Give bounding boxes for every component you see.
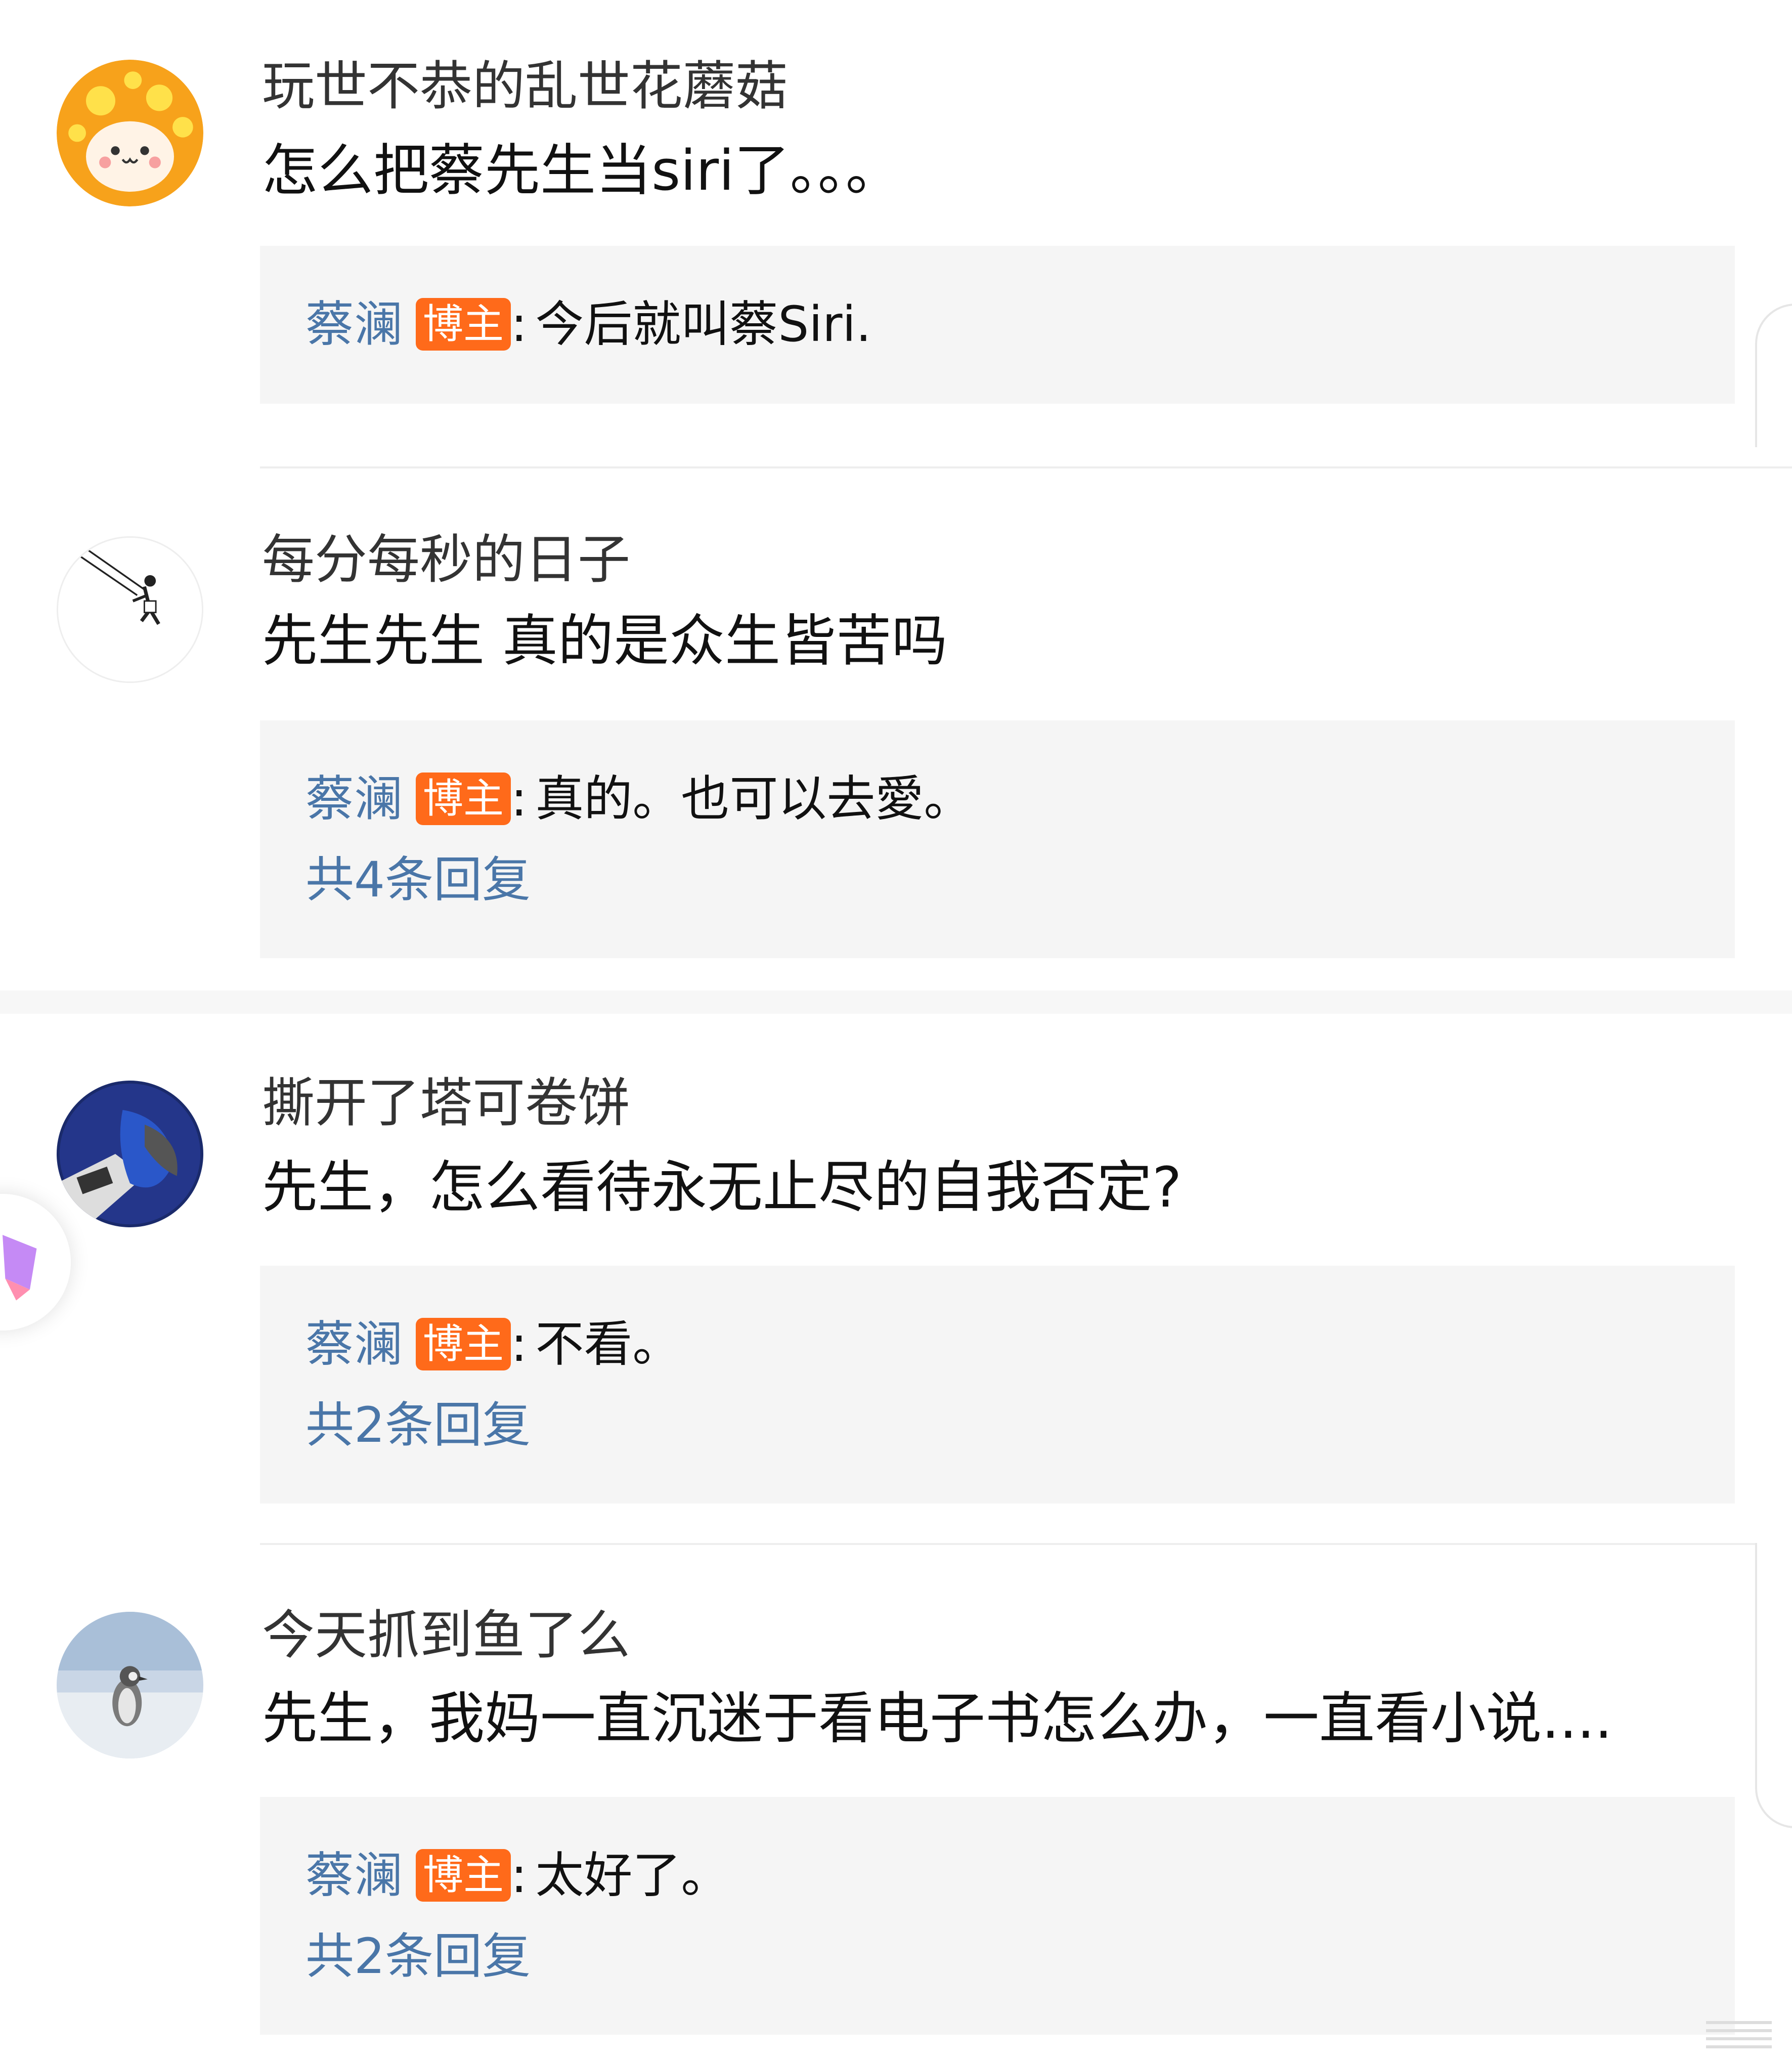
reply-text: 太好了。 <box>535 1847 730 1904</box>
reply-colon: : <box>511 1316 528 1372</box>
host-badge: 博主 <box>416 773 511 825</box>
comment-text: 先生，我妈一直沉迷于看电子书怎么办，一直看小说.... <box>262 1686 1612 1751</box>
reply-text: 不看。 <box>535 1316 681 1372</box>
reply-text: 真的。也可以去愛。 <box>535 770 973 827</box>
host-badge: 博主 <box>416 298 511 351</box>
comment-text: 先生先生 真的是众生皆苦吗 <box>262 609 947 673</box>
reply-box[interactable]: 蔡澜 博主 : 真的。也可以去愛。 共4条回复 <box>260 720 1735 958</box>
reply-line: 蔡澜 博主 : 不看。 <box>305 1311 681 1377</box>
photo-avatar-icon[interactable] <box>57 1081 203 1227</box>
reply-box[interactable]: 蔡澜 博主 : 太好了。 共2条回复 <box>260 1797 1735 2035</box>
reply-text: 今后就叫蔡Siri. <box>535 296 871 353</box>
comment-username[interactable]: 每分每秒的日子 <box>262 524 630 595</box>
comment-item: 今天抓到鱼了么 先生，我妈一直沉迷于看电子书怎么办，一直看小说.... 蔡澜 博… <box>0 1547 1792 2060</box>
reply-colon: : <box>511 296 528 353</box>
host-badge: 博主 <box>416 1318 511 1370</box>
reply-line: 蔡澜 博主 : 真的。也可以去愛。 <box>305 766 972 832</box>
more-replies-link[interactable]: 共4条回复 <box>305 847 531 913</box>
comment-text: 怎么把蔡先生当siri了。。。 <box>262 138 901 203</box>
host-badge: 博主 <box>416 1849 511 1902</box>
side-panel-edge <box>1755 304 1792 447</box>
comment-item: 撕开了塔可卷饼 先生，怎么看待永无止尽的自我否定? 蔡澜 博主 : 不看。 共2… <box>0 1014 1792 1540</box>
divider <box>260 466 1792 468</box>
penguin-avatar-icon[interactable] <box>57 1612 203 1758</box>
reply-author-link[interactable]: 蔡澜 <box>305 1842 403 1908</box>
side-panel-edge <box>1755 1543 1792 1828</box>
reply-author-link[interactable]: 蔡澜 <box>305 766 403 832</box>
reply-box[interactable]: 蔡澜 博主 : 今后就叫蔡Siri. <box>260 246 1735 404</box>
mushroom-avatar-icon[interactable] <box>57 60 203 206</box>
reply-colon: : <box>511 770 528 827</box>
more-replies-link[interactable]: 共2条回复 <box>305 1392 531 1458</box>
reply-author-link[interactable]: 蔡澜 <box>305 291 403 357</box>
comment-item: 玩世不恭的乱世花蘑菇 怎么把蔡先生当siri了。。。 蔡澜 博主 : 今后就叫蔡… <box>0 0 1792 465</box>
reply-author-link[interactable]: 蔡澜 <box>305 1311 403 1377</box>
comment-feed: 玩世不恭的乱世花蘑菇 怎么把蔡先生当siri了。。。 蔡澜 博主 : 今后就叫蔡… <box>0 0 1792 2060</box>
reply-box[interactable]: 蔡澜 博主 : 不看。 共2条回复 <box>260 1266 1735 1504</box>
comment-item: 每分每秒的日子 先生先生 真的是众生皆苦吗 蔡澜 博主 : 真的。也可以去愛。 … <box>0 470 1792 986</box>
reply-line: 蔡澜 博主 : 今后就叫蔡Siri. <box>305 291 871 357</box>
more-replies-link[interactable]: 共2条回复 <box>305 1923 531 1989</box>
comment-username[interactable]: 今天抓到鱼了么 <box>262 1600 630 1670</box>
comment-username[interactable]: 玩世不恭的乱世花蘑菇 <box>262 51 788 121</box>
reply-line: 蔡澜 博主 : 太好了。 <box>305 1842 729 1908</box>
scroll-grip-icon[interactable] <box>1696 2015 1777 2051</box>
comment-text: 先生，怎么看待永无止尽的自我否定? <box>262 1155 1182 1220</box>
reply-colon: : <box>511 1847 528 1904</box>
comment-username[interactable]: 撕开了塔可卷饼 <box>262 1067 630 1138</box>
section-gap <box>0 991 1792 1014</box>
swing-sketch-avatar-icon[interactable] <box>57 536 203 683</box>
divider <box>260 1543 1792 1545</box>
